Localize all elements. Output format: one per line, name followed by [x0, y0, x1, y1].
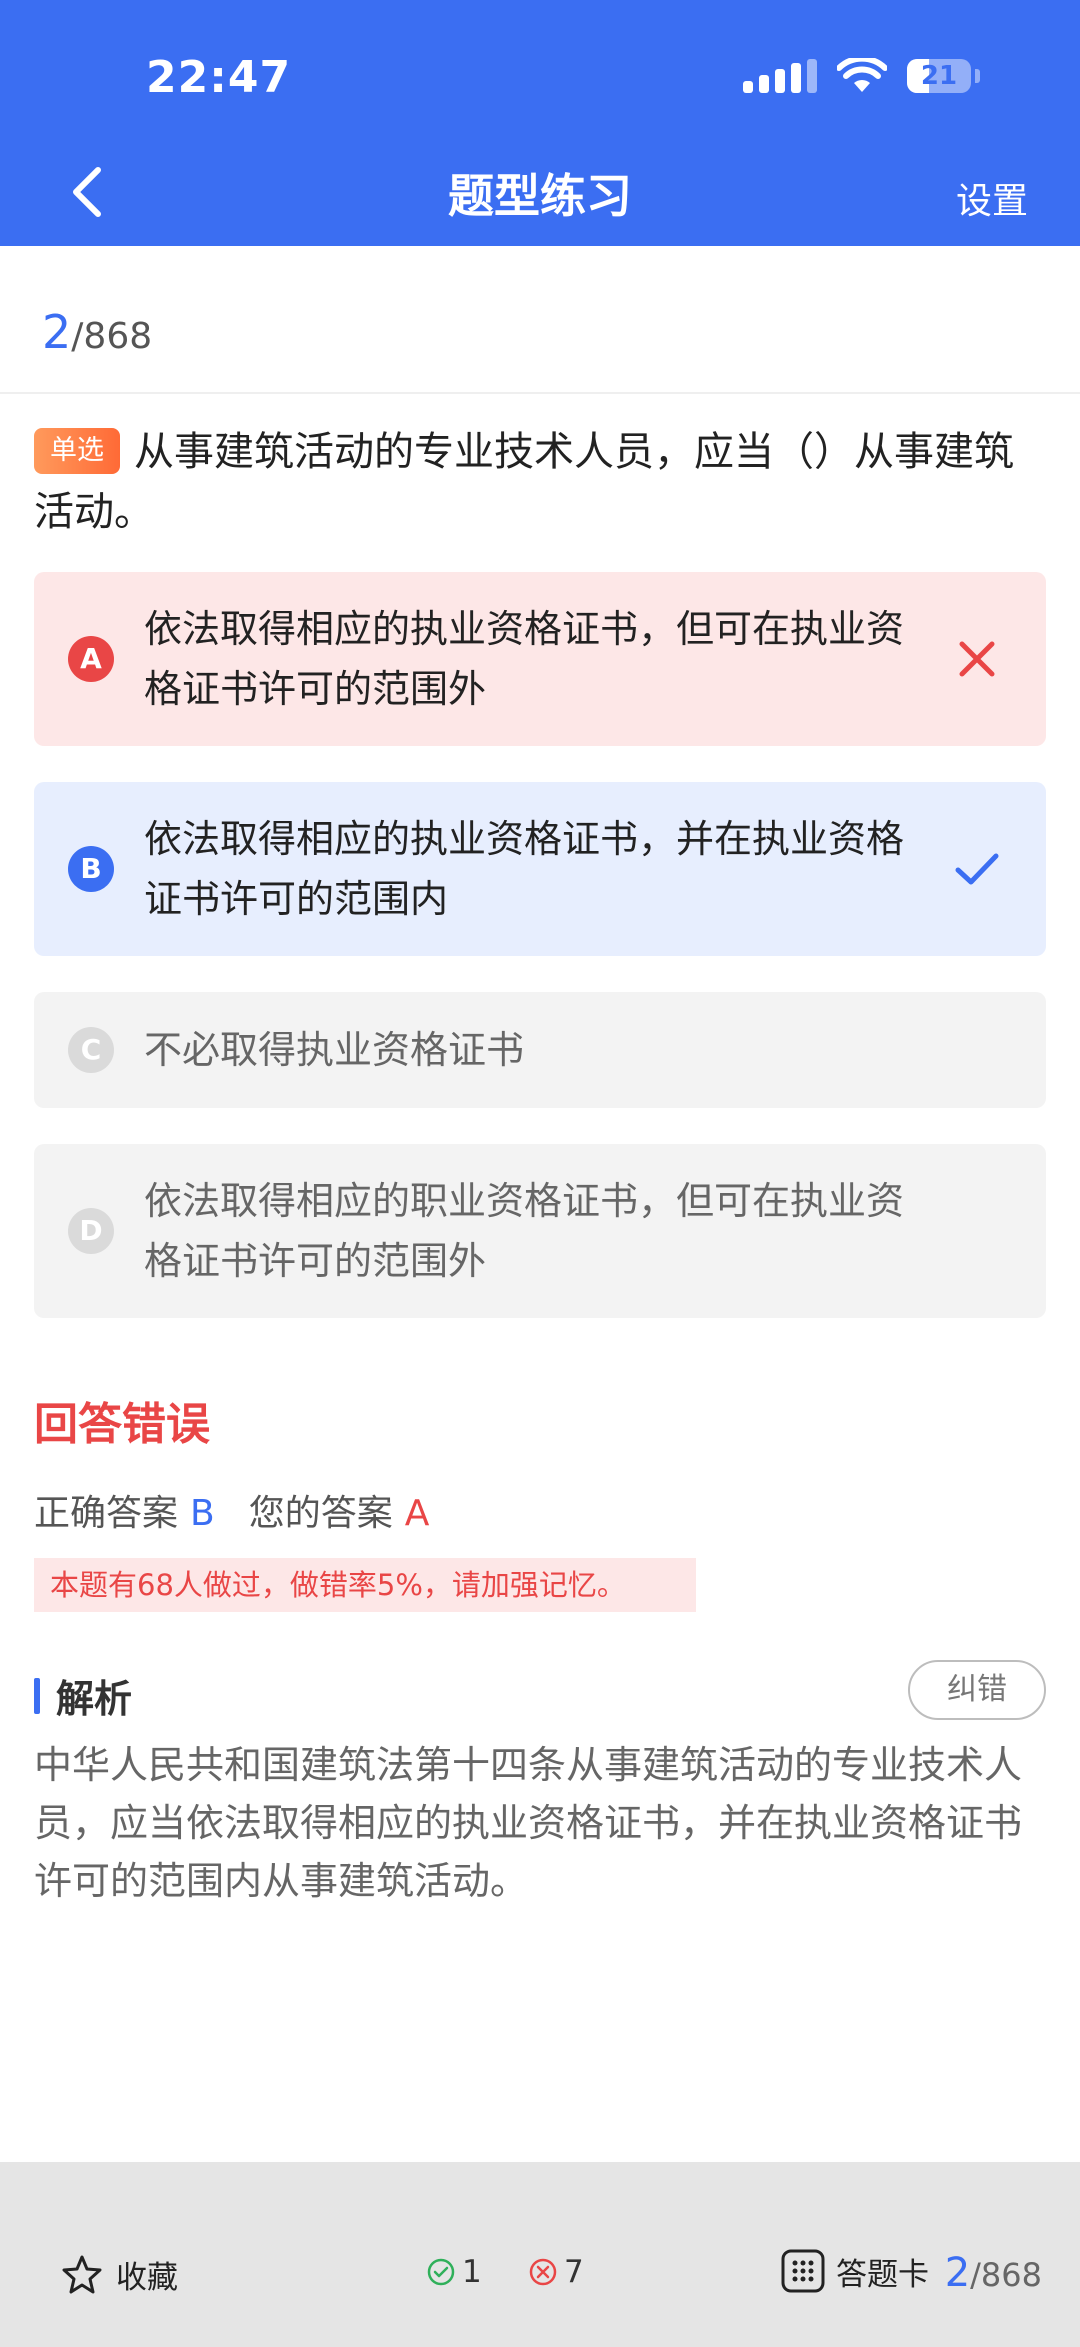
correct-count: 1 [426, 2254, 482, 2290]
bottom-bar: 收藏 1 7 答题卡 2/868 [0, 2162, 1080, 2347]
wrong-count-value: 7 [564, 2254, 584, 2290]
analysis-title: 解析 [56, 1677, 133, 1721]
analysis-header: 解析 [34, 1668, 132, 1723]
correct-check-icon [955, 853, 999, 885]
correct-answer-label: 正确答案 [34, 1493, 179, 1534]
error-rate-note: 本题有68人做过，做错率5%，请加强记忆。 [34, 1558, 696, 1612]
option-letter: B [68, 846, 114, 892]
grid-icon [781, 2249, 825, 2293]
x-circle-icon [529, 2258, 557, 2286]
report-error-button[interactable]: 纠错 [908, 1660, 1046, 1720]
option-letter: C [68, 1027, 114, 1073]
option-a[interactable]: A 依法取得相应的执业资格证书，但可在执业资格证书许可的范围外 [34, 572, 1046, 746]
option-d[interactable]: D 依法取得相应的职业资格证书，但可在执业资格证书许可的范围外 [34, 1144, 1046, 1318]
current-question-number: 2 [42, 305, 72, 359]
wrong-count: 7 [528, 2254, 584, 2290]
answer-card-button[interactable]: 答题卡 [780, 2248, 929, 2294]
correct-answer-value: B [190, 1493, 215, 1534]
bottom-progress: 2/868 [945, 2250, 1042, 2296]
section-marker [34, 1677, 40, 1714]
option-letter: A [68, 636, 114, 682]
divider [0, 392, 1080, 394]
your-answer-value: A [404, 1493, 430, 1534]
favorite-label: 收藏 [116, 2260, 178, 2296]
total-questions: /868 [71, 316, 153, 357]
option-b[interactable]: B 依法取得相应的执业资格证书，并在执业资格证书许可的范围内 [34, 782, 1046, 956]
option-text: 依法取得相应的执业资格证书，但可在执业资格证书许可的范围外 [144, 607, 905, 711]
your-answer-label: 您的答案 [248, 1493, 393, 1534]
result-title: 回答错误 [34, 1399, 210, 1450]
status-icons: 21 [743, 58, 980, 94]
check-circle-icon [427, 2258, 455, 2286]
option-text: 依法取得相应的执业资格证书，并在执业资格证书许可的范围内 [144, 817, 905, 921]
option-letter: D [68, 1208, 114, 1254]
star-icon [62, 2255, 102, 2293]
question-stem: 单选 从事建筑活动的专业技术人员，应当（）从事建筑活动。 [34, 422, 1044, 542]
wifi-icon [837, 58, 887, 92]
page-title: 题型练习 [448, 169, 632, 223]
bottom-total: /868 [970, 2256, 1042, 2294]
correct-count-value: 1 [462, 2254, 482, 2290]
answer-summary: 正确答案 B 您的答案 A [34, 1484, 429, 1536]
question-type-badge: 单选 [34, 428, 120, 474]
question-progress: 2/868 [42, 305, 152, 359]
favorite-button[interactable]: 收藏 [60, 2252, 178, 2297]
signal-icon [743, 59, 817, 93]
question-text: 从事建筑活动的专业技术人员，应当（）从事建筑活动。 [34, 429, 1014, 535]
battery-level: 21 [920, 61, 958, 91]
option-text: 不必取得执业资格证书 [144, 1028, 525, 1072]
wrong-mark-icon [959, 641, 995, 677]
battery-icon: 21 [907, 59, 971, 93]
bottom-current-number: 2 [944, 2250, 971, 2296]
header: 22:47 21 题型练习 设置 [0, 0, 1080, 246]
settings-button[interactable]: 设置 [956, 172, 1028, 224]
answer-card-label: 答题卡 [836, 2256, 929, 2293]
option-c[interactable]: C 不必取得执业资格证书 [34, 992, 1046, 1108]
option-text: 依法取得相应的职业资格证书，但可在执业资格证书许可的范围外 [144, 1179, 905, 1283]
status-time: 22:47 [146, 52, 292, 103]
analysis-text: 中华人民共和国建筑法第十四条从事建筑活动的专业技术人员，应当依法取得相应的执业资… [34, 1743, 1023, 1903]
